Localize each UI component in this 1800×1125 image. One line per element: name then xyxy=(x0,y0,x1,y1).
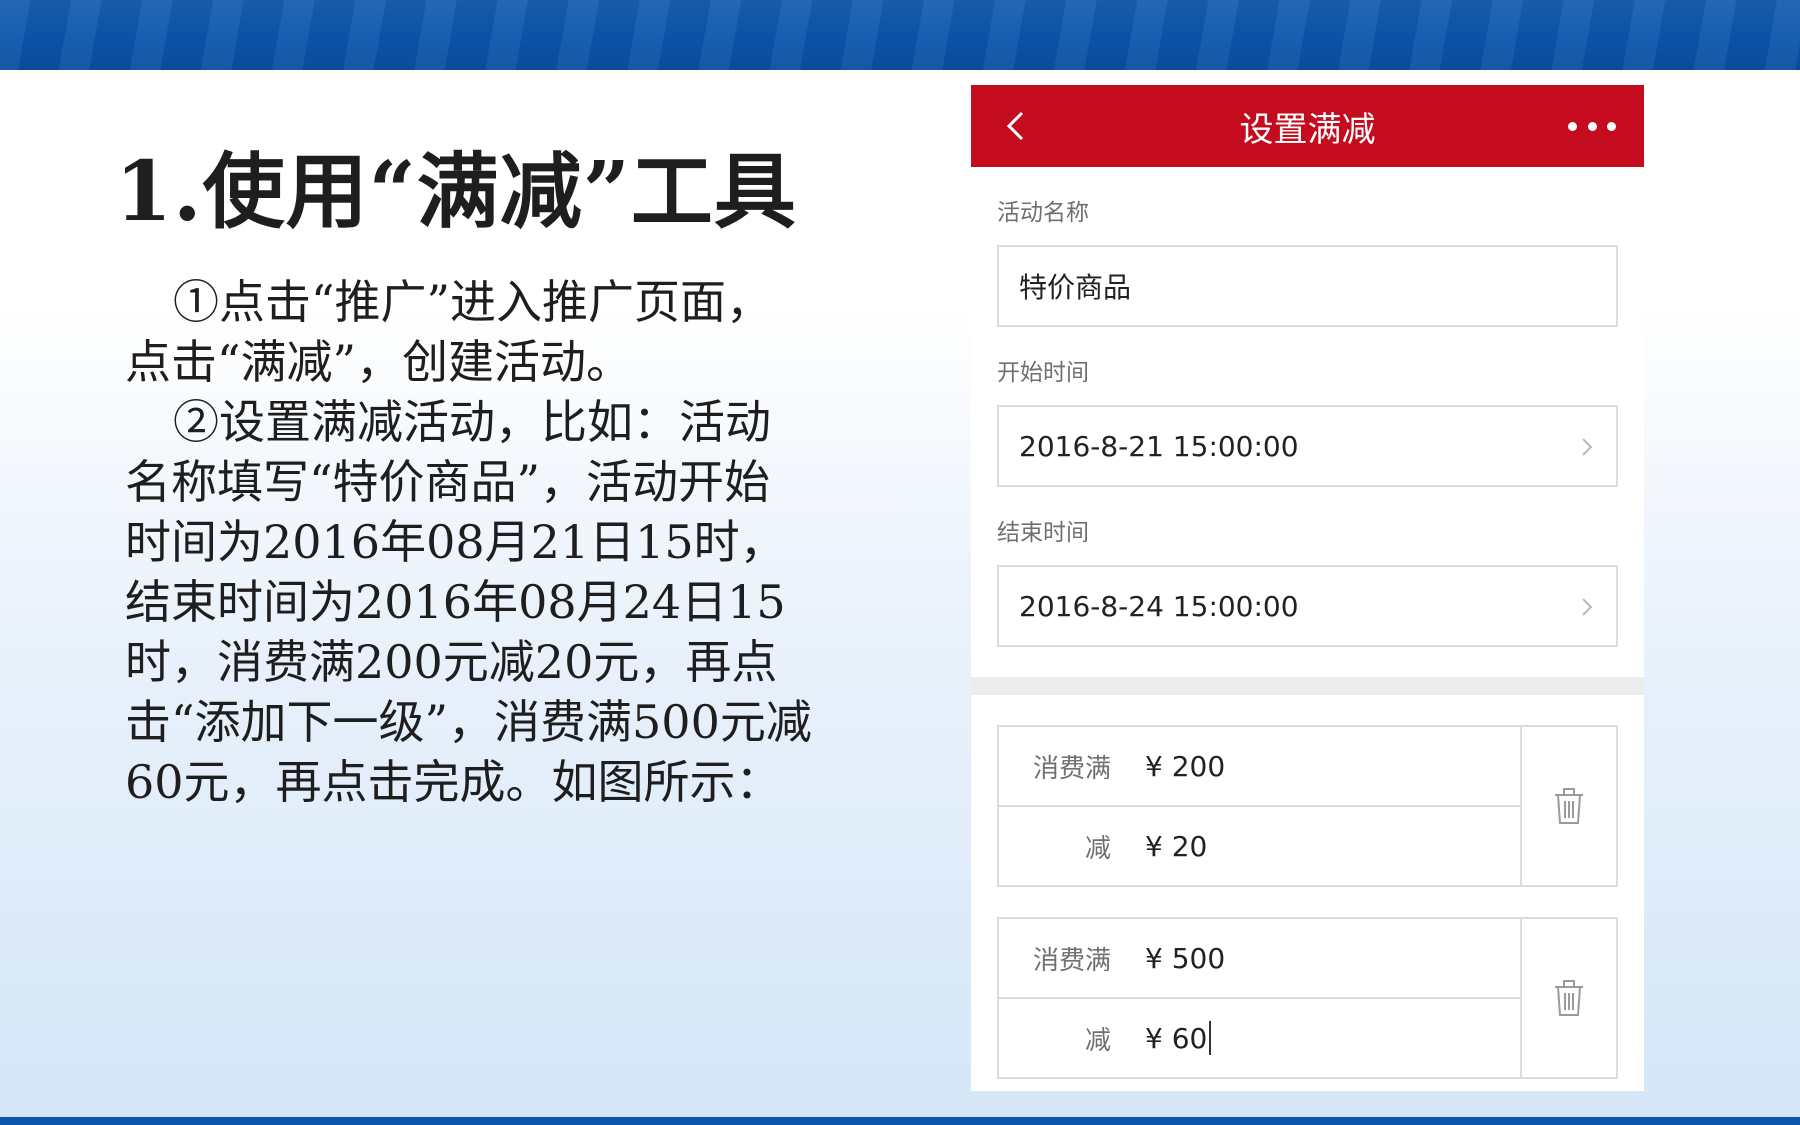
spend-threshold-label: 消费满 xyxy=(1032,753,1111,784)
delete-tier-button[interactable] xyxy=(1522,919,1616,1077)
discount-amount-input[interactable]: ¥ 20 xyxy=(1145,830,1207,863)
spend-threshold-label: 消费满 xyxy=(1032,945,1111,976)
spend-threshold-input[interactable]: ¥ 500 xyxy=(1145,942,1225,975)
discount-amount-row[interactable]: 减 ¥ 20 xyxy=(999,805,1520,885)
end-time-picker[interactable]: 2016-8-24 15:00:00 xyxy=(997,565,1618,647)
delete-tier-button[interactable] xyxy=(1522,727,1616,885)
back-button[interactable] xyxy=(993,103,1037,149)
text-cursor xyxy=(1209,1021,1212,1055)
activity-form: 活动名称 开始时间 2016-8-21 15:00:00 结束时间 2016-8… xyxy=(971,199,1644,647)
instruction-step-1: ①点击“推广”进入推广页面，点击“满减”，创建活动。 xyxy=(125,275,773,389)
discount-amount-input[interactable]: ¥ 60 xyxy=(1145,1021,1212,1055)
chevron-left-icon xyxy=(1006,111,1024,141)
activity-name-field[interactable] xyxy=(997,245,1618,327)
bottom-decor-band xyxy=(0,1117,1800,1125)
more-horizontal-icon xyxy=(1568,121,1577,131)
chevron-right-icon xyxy=(1582,438,1593,456)
phone-header: 设置满减 xyxy=(971,85,1644,167)
spend-threshold-row[interactable]: 消费满 ¥ 500 xyxy=(999,919,1520,997)
end-time-label: 结束时间 xyxy=(997,520,1089,546)
activity-name-label: 活动名称 xyxy=(997,200,1089,226)
end-time-value: 2016-8-24 15:00:00 xyxy=(1019,589,1299,623)
discount-tier: 消费满 ¥ 200 减 ¥ 20 xyxy=(997,725,1618,887)
discount-amount-label: 减 xyxy=(1084,1025,1111,1056)
tier-fields: 消费满 ¥ 200 减 ¥ 20 xyxy=(999,727,1522,885)
chevron-right-icon xyxy=(1582,598,1593,616)
trash-icon xyxy=(1555,788,1583,824)
screen-title: 设置满减 xyxy=(1239,109,1376,150)
discount-amount-row[interactable]: 减 ¥ 60 xyxy=(999,997,1520,1077)
tier-fields: 消费满 ¥ 500 减 ¥ 60 xyxy=(999,919,1522,1077)
phone-screenshot: 设置满减 活动名称 开始时间 2016-8-21 15:00:00 结束时间 2… xyxy=(971,85,1644,1091)
top-decor-band xyxy=(0,0,1800,70)
more-button[interactable] xyxy=(1562,103,1622,149)
activity-name-input[interactable] xyxy=(1019,269,1596,303)
slide-body: ①点击“推广”进入推广页面，点击“满减”，创建活动。 ②设置满减活动，比如：活动… xyxy=(125,272,815,812)
instruction-step-2: ②设置满减活动，比如：活动名称填写“特价商品”，活动开始时间为2016年08月2… xyxy=(125,395,812,809)
section-divider xyxy=(971,677,1644,695)
more-horizontal-icon xyxy=(1587,121,1597,131)
start-time-value: 2016-8-21 15:00:00 xyxy=(1019,429,1299,463)
slide-title: 1.使用“满减”工具 xyxy=(115,144,797,240)
discount-tier: 消费满 ¥ 500 减 ¥ 60 xyxy=(997,917,1618,1079)
spend-threshold-input[interactable]: ¥ 200 xyxy=(1145,750,1225,783)
start-time-picker[interactable]: 2016-8-21 15:00:00 xyxy=(997,405,1618,487)
discount-amount-text: ¥ 60 xyxy=(1145,1021,1208,1055)
more-horizontal-icon xyxy=(1607,121,1616,131)
start-time-label: 开始时间 xyxy=(997,360,1089,386)
trash-icon xyxy=(1555,980,1583,1016)
discount-amount-label: 减 xyxy=(1084,833,1111,864)
spend-threshold-row[interactable]: 消费满 ¥ 200 xyxy=(999,727,1520,805)
